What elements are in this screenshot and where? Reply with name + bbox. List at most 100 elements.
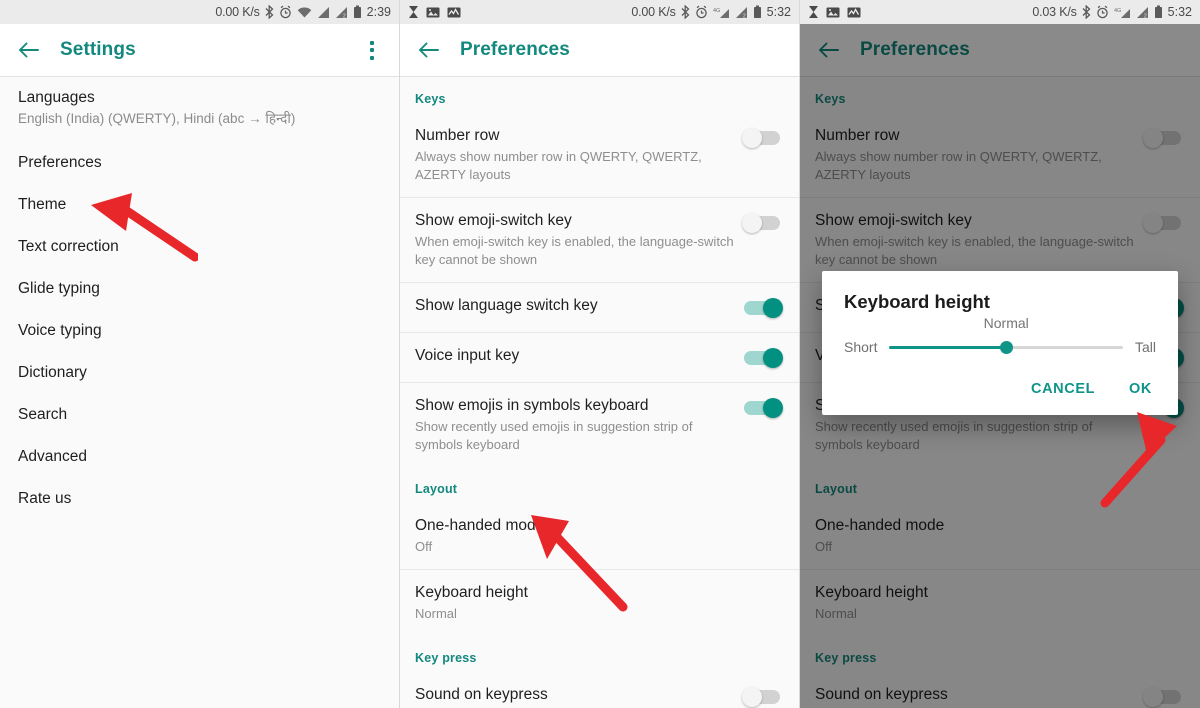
list-item-subtitle: English (India) (QWERTY), Hindi (abc → ह…	[18, 111, 296, 126]
page-title: Settings	[60, 39, 136, 60]
signal-2-icon: 2	[335, 6, 348, 19]
row-title: One-handed mode	[415, 517, 545, 534]
slider-max-label: Tall	[1134, 339, 1156, 355]
status-bar-right: 0.03 K/s 4G 2 5:32	[1032, 5, 1192, 19]
signal-4g-icon: 4G	[1114, 6, 1131, 19]
row-subtitle: Off	[415, 539, 433, 554]
signal-2-icon: 2	[1136, 6, 1149, 19]
back-arrow-icon[interactable]	[414, 35, 444, 65]
sidebar-item-theme[interactable]: Theme	[0, 184, 399, 226]
toggle-show-emoji-switch-key[interactable]	[742, 212, 784, 234]
alarm-icon	[695, 5, 708, 19]
svg-text:2: 2	[343, 13, 346, 19]
dialog-title: Keyboard height	[844, 291, 990, 312]
status-bar: 0.03 K/s 4G 2 5:32	[800, 0, 1200, 24]
list-item-title: Languages	[18, 89, 95, 106]
overflow-menu-icon[interactable]	[359, 35, 385, 65]
svg-text:2: 2	[743, 13, 746, 19]
hourglass-icon	[808, 5, 819, 19]
section-header-layout: Layout	[415, 482, 458, 496]
toggle-number-row[interactable]	[742, 127, 784, 149]
keyboard-height-dialog: Keyboard height Short Normal Tall CANCEL…	[822, 271, 1178, 415]
signal-2-icon: 2	[735, 6, 748, 19]
status-bar-left-icons	[808, 5, 861, 19]
sidebar-item-rate-us[interactable]: Rate us	[0, 478, 399, 520]
page-title: Preferences	[460, 39, 570, 60]
data-rate-label: 0.00 K/s	[215, 5, 260, 19]
bluetooth-icon	[681, 5, 690, 19]
setting-row-sound-on-keypress[interactable]: Sound on keypress	[400, 672, 799, 708]
alarm-icon	[1096, 5, 1109, 19]
wifi-icon	[297, 6, 312, 19]
sidebar-item-search[interactable]: Search	[0, 394, 399, 436]
status-bar: 0.00 K/s 2 2:39	[0, 0, 399, 24]
slider-track-fill	[889, 346, 1007, 349]
row-title: Voice input key	[415, 347, 520, 364]
section-header-key-press: Key press	[415, 651, 477, 665]
toggle-show-emojis-in-symbols-keyboard[interactable]	[742, 397, 784, 419]
image-icon	[826, 6, 840, 19]
list-item-languages[interactable]: Languages English (India) (QWERTY), Hind…	[0, 77, 399, 140]
dialog-actions: CANCEL OK	[844, 363, 1156, 407]
slider-min-label: Short	[844, 339, 878, 355]
row-title: Keyboard height	[415, 584, 528, 601]
setting-row-show-emoji-switch-key[interactable]: Show emoji-switch key When emoji-switch …	[400, 197, 799, 282]
app-bar: Settings	[0, 24, 399, 77]
sidebar-item-preferences[interactable]: Preferences	[0, 142, 399, 184]
setting-row-show-emojis-in-symbols-keyboard[interactable]: Show emojis in symbols keyboard Show rec…	[400, 382, 799, 467]
row-title: Number row	[415, 127, 500, 144]
screenshot-panels: 0.00 K/s 2 2:39 Settings Languages Engli…	[0, 0, 1200, 708]
battery-icon	[353, 5, 362, 19]
row-title: Show emojis in symbols keyboard	[415, 397, 649, 414]
ok-button[interactable]: OK	[1129, 381, 1152, 397]
panel-settings: 0.00 K/s 2 2:39 Settings Languages Engli…	[0, 0, 400, 708]
cancel-button[interactable]: CANCEL	[1031, 381, 1095, 397]
settings-list: Languages English (India) (QWERTY), Hind…	[0, 77, 399, 708]
svg-text:4G: 4G	[713, 8, 720, 14]
alarm-icon	[279, 5, 292, 19]
panel-preferences-dialog: 0.03 K/s 4G 2 5:32 Preferences Keys Numb…	[800, 0, 1200, 708]
clock-label: 5:32	[766, 5, 791, 19]
row-title: Sound on keypress	[415, 686, 548, 703]
sidebar-item-glide-typing[interactable]: Glide typing	[0, 268, 399, 310]
setting-row-voice-input-key[interactable]: Voice input key	[400, 332, 799, 382]
setting-row-show-language-switch-key[interactable]: Show language switch key	[400, 282, 799, 332]
setting-row-one-handed-mode[interactable]: One-handed mode Off	[400, 503, 799, 569]
slider-thumb[interactable]	[1000, 341, 1014, 354]
settings-menu: Preferences Theme Text correction Glide …	[0, 140, 399, 520]
toggle-voice-input-key[interactable]	[742, 347, 784, 369]
clock-label: 2:39	[366, 5, 391, 19]
status-bar: 0.00 K/s 4G 2 5:32	[400, 0, 799, 24]
row-title: Show language switch key	[415, 297, 598, 314]
clock-label: 5:32	[1167, 5, 1192, 19]
slider-value-label: Normal	[983, 315, 1029, 331]
toggle-show-language-switch-key[interactable]	[742, 297, 784, 319]
preferences-list: Keys Number row Always show number row i…	[400, 77, 799, 708]
data-rate-label: 0.03 K/s	[1032, 5, 1077, 19]
data-rate-label: 0.00 K/s	[631, 5, 676, 19]
signal-4g-icon: 4G	[713, 6, 730, 19]
sidebar-item-dictionary[interactable]: Dictionary	[0, 352, 399, 394]
row-subtitle: Normal	[415, 606, 457, 621]
bluetooth-icon	[265, 5, 274, 19]
chart-image-icon	[447, 6, 461, 19]
sidebar-item-advanced[interactable]: Advanced	[0, 436, 399, 478]
app-bar: Preferences	[400, 24, 799, 77]
svg-text:2: 2	[1144, 13, 1147, 19]
battery-icon	[753, 5, 762, 19]
setting-row-keyboard-height[interactable]: Keyboard height Normal	[400, 569, 799, 636]
signal-icon	[317, 6, 330, 19]
back-arrow-icon[interactable]	[14, 35, 44, 65]
image-icon	[426, 6, 440, 19]
toggle-sound-on-keypress[interactable]	[742, 686, 784, 708]
row-subtitle: When emoji-switch key is enabled, the la…	[415, 234, 734, 267]
slider-track[interactable]: Normal	[889, 315, 1123, 357]
keyboard-height-slider[interactable]: Short Normal Tall	[844, 315, 1156, 363]
status-bar-right: 0.00 K/s 4G 2 5:32	[631, 5, 791, 19]
sidebar-item-text-correction[interactable]: Text correction	[0, 226, 399, 268]
row-subtitle: Always show number row in QWERTY, QWERTZ…	[415, 149, 702, 182]
status-bar-right: 0.00 K/s 2 2:39	[215, 5, 391, 19]
setting-row-number-row[interactable]: Number row Always show number row in QWE…	[400, 113, 799, 197]
sidebar-item-voice-typing[interactable]: Voice typing	[0, 310, 399, 352]
chart-image-icon	[847, 6, 861, 19]
